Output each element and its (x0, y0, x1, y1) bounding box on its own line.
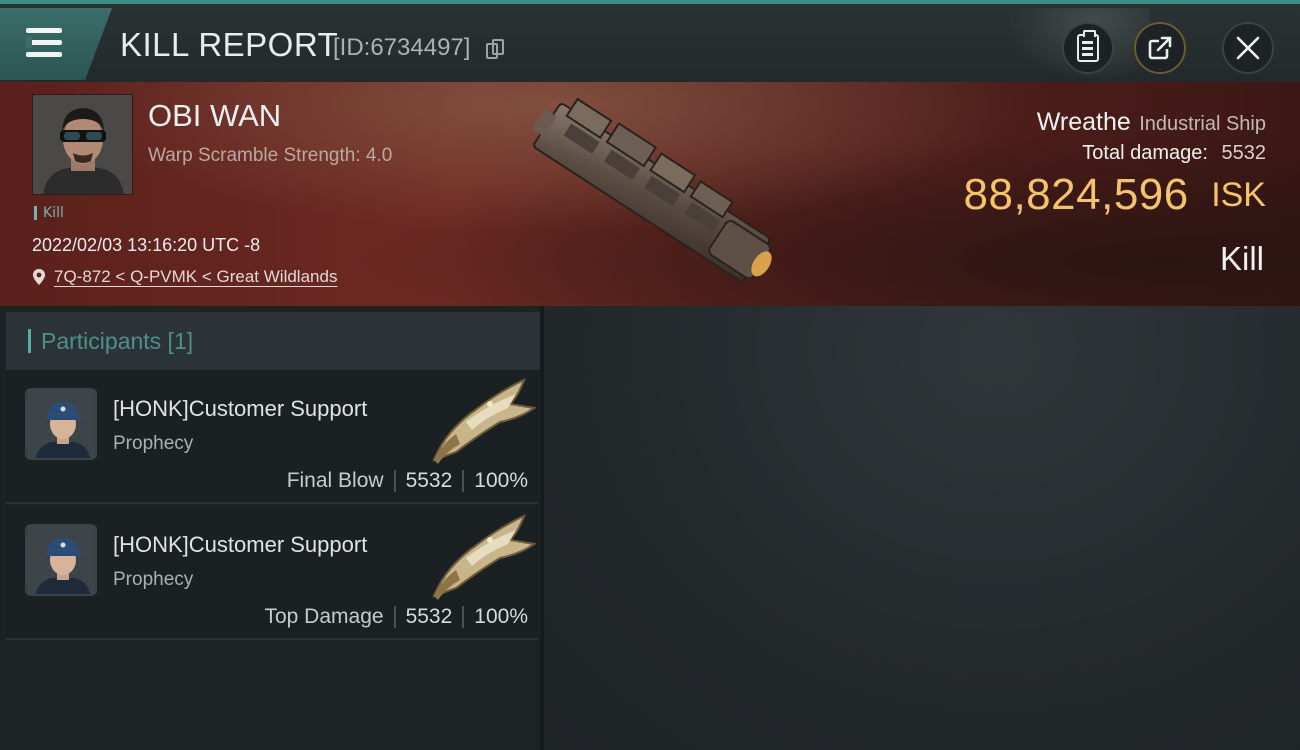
participant-row[interactable]: [HONK]Customer Support Prophecy Final Bl… (6, 370, 538, 504)
divider (393, 606, 396, 628)
location-link[interactable]: 7Q-872 < Q-PVMK < Great Wildlands (54, 267, 337, 287)
participant-ship: Prophecy (113, 433, 194, 454)
victim-portrait[interactable] (32, 94, 133, 195)
kill-result: Kill (1219, 240, 1264, 277)
participants-header: Participants [1] (6, 312, 540, 370)
participant-name[interactable]: [HONK]Customer Support (113, 532, 367, 558)
menu-icon (26, 28, 64, 62)
participant-row[interactable]: [HONK]Customer Support Prophecy Top Dama… (6, 506, 538, 640)
victim-name[interactable]: OBI WAN (148, 98, 281, 134)
participant-stats: Top Damage 5532 100% (264, 605, 528, 629)
isk-amount: 88,824,596 (963, 170, 1189, 219)
total-damage: Total damage: 5532 (1082, 142, 1266, 165)
clipboard-button[interactable] (1062, 22, 1114, 74)
kill-location[interactable]: 7Q-872 < Q-PVMK < Great Wildlands (32, 267, 337, 287)
kill-timestamp: 2022/02/03 13:16:20 UTC -8 (32, 235, 261, 255)
menu-button[interactable] (0, 8, 112, 80)
ship-name[interactable]: Wreathe (1037, 108, 1131, 136)
participant-avatar[interactable] (25, 388, 97, 460)
participant-percent: 100% (474, 605, 528, 628)
detail-area (544, 306, 1300, 750)
total-damage-label: Total damage: (1082, 142, 1208, 164)
share-icon (1148, 36, 1172, 60)
share-button[interactable] (1134, 22, 1186, 74)
participant-ship-image (432, 378, 537, 464)
participants-panel: Participants [1] [HONK]Customer Support … (0, 306, 544, 750)
copy-icon[interactable] (486, 39, 506, 61)
ship-class: Industrial Ship (1139, 113, 1266, 135)
victim-ship-image[interactable] (515, 88, 785, 303)
report-id: [ID:6734497] (333, 34, 471, 61)
top-bar: KILL REPORT [ID:6734497] (0, 0, 1300, 82)
empty-list-area (6, 642, 538, 750)
divider (462, 470, 465, 492)
divider (393, 470, 396, 492)
isk-unit: ISK (1211, 176, 1266, 214)
participant-blow-type: Final Blow (286, 469, 384, 492)
participant-stats: Final Blow 5532 100% (287, 469, 528, 493)
participant-blow-type: Top Damage (264, 605, 384, 628)
total-damage-value: 5532 (1221, 142, 1267, 164)
ship-info: Wreathe Industrial Ship (1037, 108, 1266, 137)
participant-avatar[interactable] (25, 524, 97, 596)
participant-ship-image (432, 514, 537, 600)
divider (462, 606, 465, 628)
participant-percent: 100% (474, 469, 528, 492)
clipboard-icon (1077, 30, 1099, 62)
participant-name[interactable]: [HONK]Customer Support (113, 396, 367, 422)
close-button[interactable] (1222, 22, 1274, 74)
kill-tag: Kill (34, 206, 64, 220)
page-title: KILL REPORT (120, 26, 339, 63)
participants-title: Participants [1] (28, 329, 193, 353)
participant-damage: 5532 (405, 605, 453, 628)
warp-scramble-strength: Warp Scramble Strength: 4.0 (148, 145, 393, 166)
isk-value: 88,824,596 ISK (964, 170, 1266, 220)
close-icon (1236, 36, 1260, 60)
kill-banner: OBI WAN Warp Scramble Strength: 4.0 Kill… (0, 82, 1300, 306)
location-pin-icon (33, 269, 45, 285)
participant-ship: Prophecy (113, 569, 194, 590)
participant-damage: 5532 (405, 469, 453, 492)
